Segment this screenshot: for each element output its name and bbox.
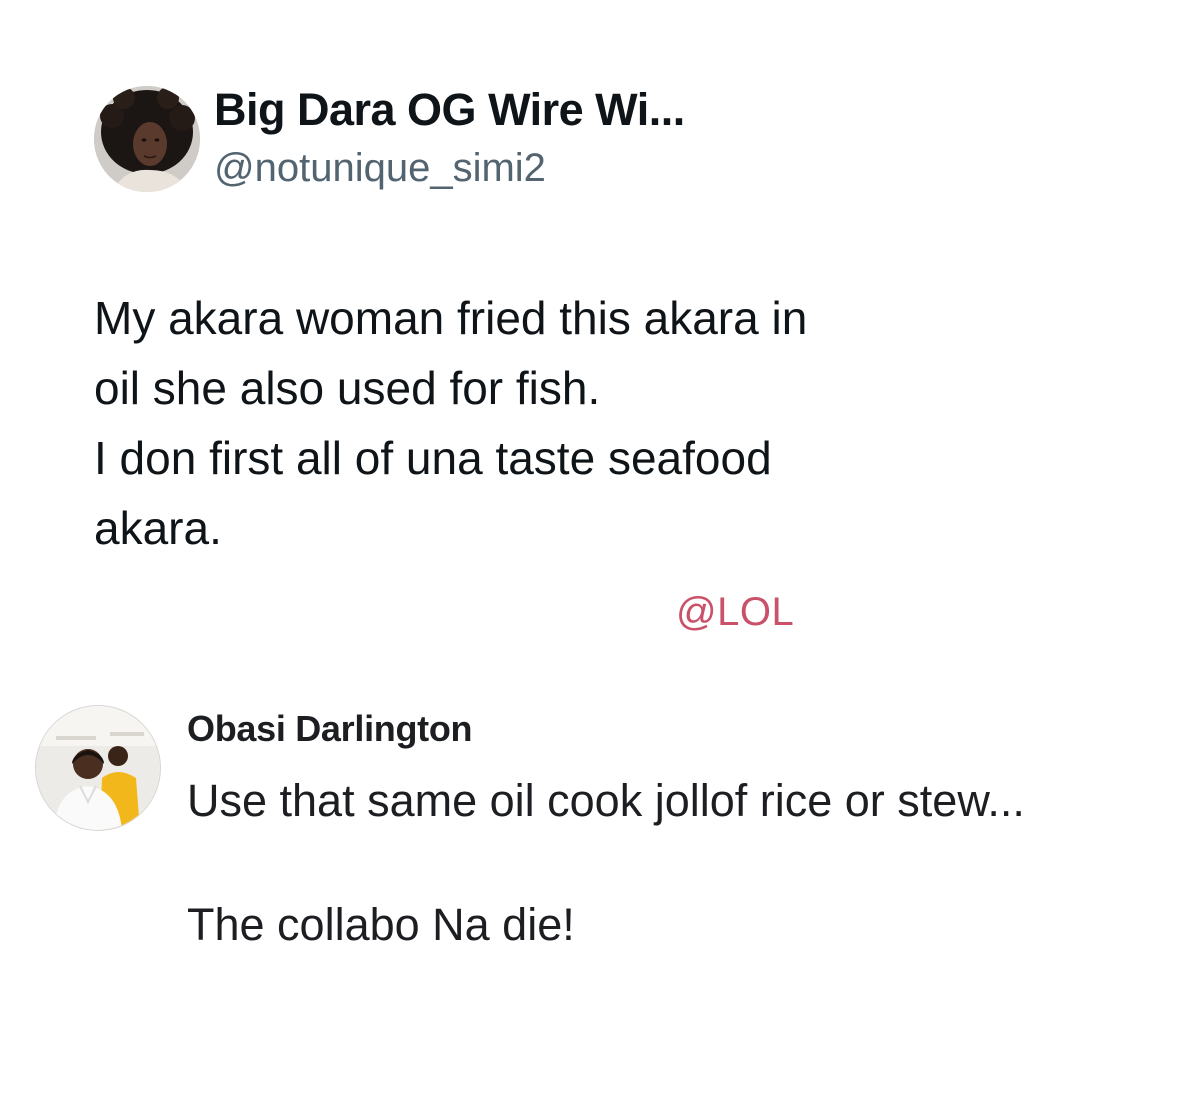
reply-author-name[interactable]: Obasi Darlington	[187, 708, 473, 750]
tweet-author-avatar[interactable]	[94, 86, 200, 192]
profile-photo-icon	[36, 706, 160, 830]
tweet-author-name[interactable]: Big Dara OG Wire Wi...	[214, 84, 685, 136]
tweet-text-line: My akara woman fried this akara in	[94, 292, 808, 344]
watermark: @LOL	[676, 590, 795, 634]
reply-paragraph: The collabo Na die!	[187, 899, 575, 950]
reply-paragraph: Use that same oil cook jollof rice or st…	[187, 775, 1025, 826]
reply-text: Use that same oil cook jollof rice or st…	[187, 770, 1025, 956]
tweet-text-line: oil she also used for fish.	[94, 362, 601, 414]
reply-author-avatar[interactable]	[36, 706, 160, 830]
profile-photo-icon	[94, 86, 200, 192]
tweet-text-line: akara.	[94, 502, 222, 554]
tweet-text: My akara woman fried this akara in oil s…	[94, 283, 974, 563]
tweet-text-line: I don first all of una taste seafood	[94, 432, 772, 484]
tweet-author-handle[interactable]: @notunique_simi2	[214, 146, 546, 191]
